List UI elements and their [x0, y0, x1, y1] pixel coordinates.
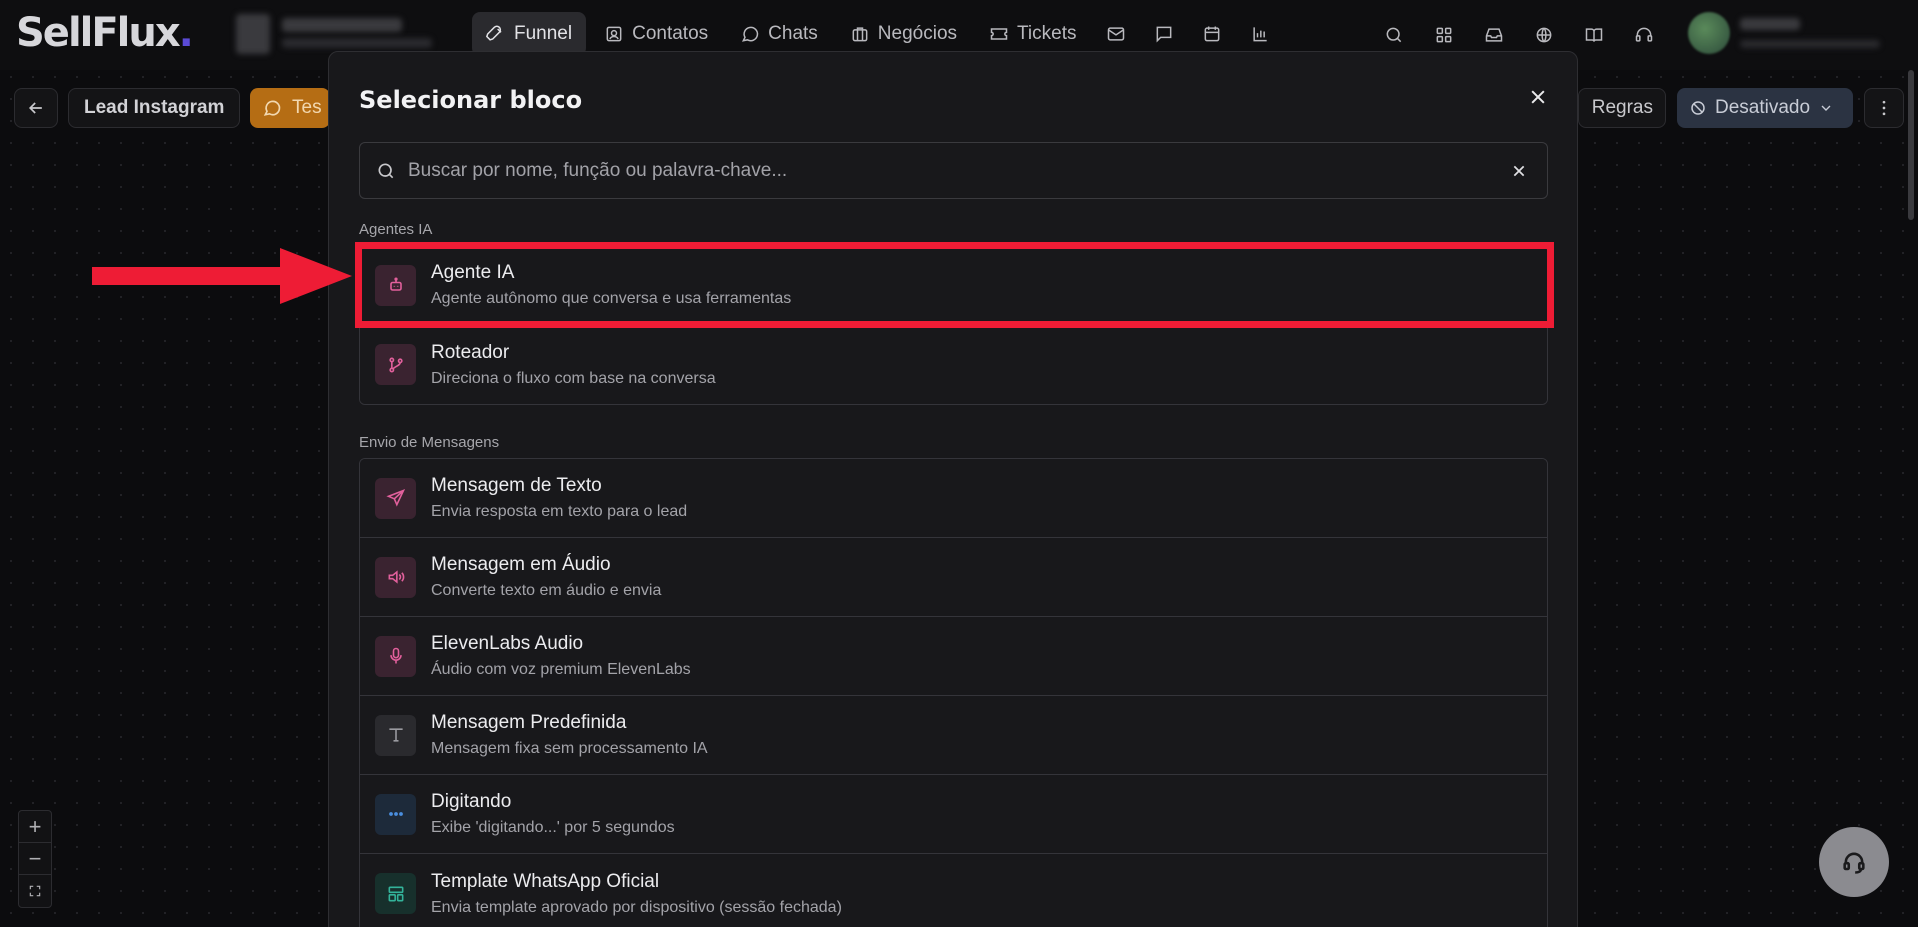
test-button[interactable]: Tes — [250, 88, 330, 128]
close-modal-button[interactable] — [1523, 82, 1553, 112]
close-icon — [1513, 165, 1525, 176]
funnel-name[interactable]: Lead Instagram — [68, 88, 241, 128]
block-item-elevenlabs-audio[interactable]: ElevenLabs Audio Áudio com voz premium E… — [360, 617, 1547, 696]
speaker-icon — [375, 556, 416, 598]
section-label-envio-de-mensagens: Envio de Mensagens — [359, 434, 500, 451]
chevron-down-icon — [1821, 105, 1831, 111]
user-email — [1740, 40, 1880, 48]
user-avatar[interactable] — [1688, 12, 1730, 54]
bar-chart-icon[interactable] — [1238, 12, 1282, 56]
more-vertical-icon — [1882, 100, 1886, 116]
block-item-roteador[interactable]: Roteador Direciona o fluxo com base na c… — [360, 325, 1547, 404]
workspace-name[interactable] — [282, 18, 402, 32]
support-button[interactable] — [1819, 827, 1889, 897]
sellflux-logo[interactable]: SellFlux. — [16, 10, 194, 56]
block-name: Digitando — [431, 791, 512, 812]
modal-title: Selecionar bloco — [359, 86, 583, 114]
block-item-mensagem-em-audio[interactable]: Mensagem em Áudio Converte texto em áudi… — [360, 538, 1547, 617]
headset-icon — [1843, 852, 1865, 874]
chat-bubble-icon — [263, 100, 281, 116]
search-icon — [378, 163, 394, 178]
zoom-in-button[interactable]: + — [19, 811, 51, 843]
ellipsis-icon — [375, 793, 416, 835]
back-button[interactable] — [14, 88, 58, 128]
tab-contatos-label: Contatos — [632, 23, 709, 44]
tab-chats-label: Chats — [768, 23, 818, 44]
contacts-icon — [606, 26, 622, 42]
workspace-avatar[interactable] — [236, 14, 270, 54]
arrow-left-icon — [28, 102, 42, 114]
block-group-envio-de-mensagens: Mensagem de Texto Envia resposta em text… — [359, 458, 1548, 927]
block-item-template-whatsapp-oficial[interactable]: Template WhatsApp Oficial Envia template… — [360, 854, 1547, 927]
block-name: Template WhatsApp Oficial — [431, 870, 660, 892]
test-button-label: Tes — [292, 97, 322, 118]
status-label: Desativado — [1715, 97, 1811, 118]
fullscreen-icon — [29, 885, 41, 897]
page-scrollbar[interactable] — [1908, 70, 1914, 220]
branch-icon — [375, 344, 416, 385]
zoom-controls: + − — [18, 810, 52, 908]
fit-view-button[interactable] — [19, 875, 51, 907]
block-name: Mensagem de Texto — [431, 475, 602, 496]
book-open-icon[interactable] — [1572, 13, 1616, 57]
calendar-icon[interactable] — [1190, 12, 1234, 56]
rules-button[interactable]: Regras — [1578, 88, 1666, 128]
tab-contatos[interactable]: Contatos — [590, 12, 722, 56]
message-square-icon[interactable] — [1142, 12, 1186, 56]
block-name: ElevenLabs Audio — [431, 633, 584, 654]
close-icon — [1531, 90, 1545, 104]
status-dropdown[interactable]: Desativado — [1677, 88, 1853, 128]
block-name: Roteador — [431, 341, 510, 363]
send-icon — [375, 477, 416, 519]
block-item-digitando[interactable]: Digitando Exibe 'digitando...' por 5 seg… — [360, 775, 1547, 854]
block-description: Direciona o fluxo com base na conversa — [431, 369, 716, 387]
tab-funnel-label: Funnel — [514, 23, 573, 44]
section-label-agentes-ia: Agentes IA — [359, 221, 433, 238]
tab-negocios[interactable]: Negócios — [836, 12, 971, 56]
template-icon — [375, 873, 416, 914]
text-type-icon — [375, 714, 416, 756]
block-description: Mensagem fixa sem processamento IA — [431, 740, 708, 757]
tab-chats[interactable]: Chats — [726, 12, 832, 56]
block-item-mensagem-de-texto[interactable]: Mensagem de Texto Envia resposta em text… — [360, 459, 1547, 538]
tab-tickets-label: Tickets — [1017, 23, 1077, 44]
search-input[interactable] — [408, 159, 1495, 182]
block-item-mensagem-predefinida[interactable]: Mensagem Predefinida Mensagem fixa sem p… — [360, 696, 1547, 775]
more-options-button[interactable] — [1864, 88, 1904, 128]
annotation-highlight-box — [355, 242, 1554, 328]
search-field — [359, 142, 1548, 199]
select-block-modal: Selecionar bloco Agentes IA Agente IA Ag… — [328, 51, 1578, 927]
ticket-icon — [990, 28, 1008, 40]
headset-icon[interactable] — [1622, 13, 1666, 57]
rocket-icon — [486, 25, 502, 41]
tab-funnel[interactable]: Funnel — [472, 12, 587, 56]
block-description: Envia resposta em texto para o lead — [431, 503, 688, 520]
main-tabs: Funnel Contatos Chats Negócios Tickets — [472, 12, 1282, 56]
microphone-icon — [375, 635, 416, 677]
block-description: Áudio com voz premium ElevenLabs — [431, 661, 691, 678]
block-description: Envia template aprovado por dispositivo … — [431, 898, 842, 916]
tab-negocios-label: Negócios — [877, 23, 958, 44]
workspace-subtitle — [282, 38, 432, 48]
block-description: Exibe 'digitando...' por 5 segundos — [431, 819, 675, 836]
mail-icon[interactable] — [1094, 12, 1138, 56]
zoom-out-button[interactable]: − — [19, 843, 51, 875]
block-name: Mensagem Predefinida — [431, 712, 627, 733]
block-description: Converte texto em áudio e envia — [431, 582, 662, 599]
ban-icon — [1691, 101, 1705, 115]
user-name — [1740, 18, 1800, 30]
chat-icon — [742, 26, 759, 42]
briefcase-icon — [852, 27, 868, 42]
block-name: Mensagem em Áudio — [431, 554, 611, 575]
clear-search-button[interactable] — [1507, 159, 1531, 183]
tab-tickets[interactable]: Tickets — [975, 12, 1090, 56]
annotation-arrow — [92, 248, 352, 304]
